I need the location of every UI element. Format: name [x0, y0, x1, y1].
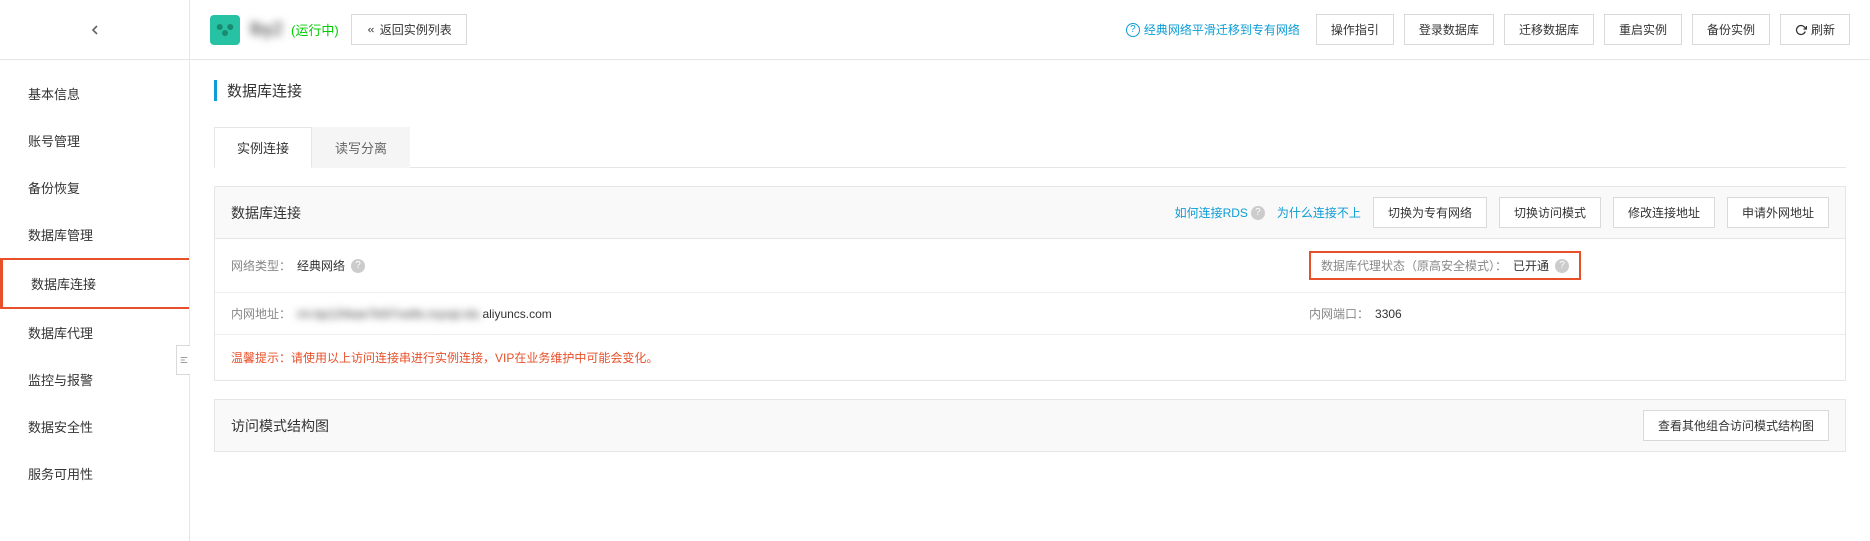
access-mode-actions: 查看其他组合访问模式结构图 [1643, 410, 1829, 441]
instance-name: lby2 [250, 19, 283, 40]
access-mode-panel-header: 访问模式结构图 查看其他组合访问模式结构图 [215, 400, 1845, 451]
migrate-network-label: 经典网络平滑迁移到专有网络 [1144, 21, 1300, 38]
collapse-sidebar-button[interactable] [176, 345, 190, 375]
help-icon: ? [1126, 23, 1140, 37]
why-cant-connect-link[interactable]: 为什么连接不上 [1277, 204, 1361, 221]
tab-border [214, 167, 1846, 168]
network-type-row: 网络类型： 经典网络 ? 数据库代理状态（原高安全模式）： 已开通 ? [215, 239, 1845, 293]
return-list-label: 返回实例列表 [380, 21, 452, 38]
instance-status: (运行中) [291, 20, 339, 39]
page-header: lby2 (运行中) 返回实例列表 ? 经典网络平滑迁移到专有网络 操作指引 登… [190, 0, 1870, 60]
nav-list: 基本信息 账号管理 备份恢复 数据库管理 数据库连接 数据库代理 监控与报警 数… [0, 60, 189, 497]
connection-panel: 数据库连接 如何连接RDS ? 为什么连接不上 切换为专有网络 切换访问模式 修… [214, 186, 1846, 381]
proxy-status-value: 已开通 [1513, 257, 1549, 274]
proxy-status-label: 数据库代理状态（原高安全模式）： [1321, 257, 1507, 274]
intranet-addr-row: 内网地址： rm-bp12hkae7k0t7vw9s.mysql.rds.ali… [215, 293, 1845, 335]
refresh-label: 刷新 [1811, 21, 1835, 38]
apply-public-button[interactable]: 申请外网地址 [1727, 197, 1829, 228]
sidebar-item-db-proxy[interactable]: 数据库代理 [0, 309, 189, 356]
warning-text: 温馨提示：请使用以上访问连接串进行实例连接，VIP在业务维护中可能会变化。 [215, 335, 1845, 380]
switch-vpc-button[interactable]: 切换为专有网络 [1373, 197, 1487, 228]
return-list-button[interactable]: 返回实例列表 [351, 14, 467, 45]
proxy-status-field: 数据库代理状态（原高安全模式）： 已开通 ? [1309, 251, 1829, 280]
connection-panel-header: 数据库连接 如何连接RDS ? 为什么连接不上 切换为专有网络 切换访问模式 修… [215, 187, 1845, 239]
sidebar-item-db-manage[interactable]: 数据库管理 [0, 211, 189, 258]
backup-button[interactable]: 备份实例 [1692, 14, 1770, 45]
intranet-addr-value: rm-bp12hkae7k0t7vw9s.mysql.rds.aliyuncs.… [297, 307, 552, 321]
network-type-label: 网络类型： [231, 257, 291, 274]
migrate-db-button[interactable]: 迁移数据库 [1504, 14, 1594, 45]
tabs: 实例连接 读写分离 [214, 127, 1846, 168]
intranet-port-label: 内网端口： [1309, 305, 1369, 322]
connection-panel-title: 数据库连接 [231, 203, 301, 223]
access-mode-title: 访问模式结构图 [231, 416, 329, 436]
network-type-field: 网络类型： 经典网络 ? [231, 251, 1309, 280]
content-area: 数据库连接 实例连接 读写分离 数据库连接 如何连接RDS ? 为什么连接不上 [190, 60, 1870, 490]
restart-button[interactable]: 重启实例 [1604, 14, 1682, 45]
modify-address-button[interactable]: 修改连接地址 [1613, 197, 1715, 228]
help-icon[interactable]: ? [1555, 259, 1569, 273]
intranet-port-field: 内网端口： 3306 [1309, 305, 1829, 322]
tab-readwrite-split[interactable]: 读写分离 [312, 127, 410, 168]
how-to-connect-link[interactable]: 如何连接RDS ? [1175, 204, 1265, 221]
sidebar-item-backup[interactable]: 备份恢复 [0, 164, 189, 211]
migrate-network-link[interactable]: ? 经典网络平滑迁移到专有网络 [1126, 21, 1300, 38]
tab-instance-connection[interactable]: 实例连接 [214, 127, 312, 168]
sidebar: 基本信息 账号管理 备份恢复 数据库管理 数据库连接 数据库代理 监控与报警 数… [0, 0, 190, 541]
sidebar-item-availability[interactable]: 服务可用性 [0, 450, 189, 497]
intranet-addr-field: 内网地址： rm-bp12hkae7k0t7vw9s.mysql.rds.ali… [231, 305, 1309, 322]
back-arrow[interactable] [0, 0, 189, 60]
view-other-diagrams-button[interactable]: 查看其他组合访问模式结构图 [1643, 410, 1829, 441]
network-type-value: 经典网络 [297, 257, 345, 274]
connection-panel-body: 网络类型： 经典网络 ? 数据库代理状态（原高安全模式）： 已开通 ? [215, 239, 1845, 380]
sidebar-item-basic-info[interactable]: 基本信息 [0, 70, 189, 117]
main-content: lby2 (运行中) 返回实例列表 ? 经典网络平滑迁移到专有网络 操作指引 登… [190, 0, 1870, 541]
help-icon[interactable]: ? [351, 259, 365, 273]
help-icon: ? [1251, 206, 1265, 220]
switch-mode-button[interactable]: 切换访问模式 [1499, 197, 1601, 228]
refresh-button[interactable]: 刷新 [1780, 14, 1850, 45]
header-left: lby2 (运行中) 返回实例列表 [210, 14, 467, 45]
connection-panel-actions: 如何连接RDS ? 为什么连接不上 切换为专有网络 切换访问模式 修改连接地址 … [1175, 197, 1829, 228]
sidebar-item-monitoring[interactable]: 监控与报警 [0, 356, 189, 403]
how-to-connect-label: 如何连接RDS [1175, 204, 1248, 221]
intranet-port-value: 3306 [1375, 307, 1402, 321]
sidebar-item-account[interactable]: 账号管理 [0, 117, 189, 164]
sidebar-item-db-connection[interactable]: 数据库连接 [0, 258, 189, 309]
sidebar-item-security[interactable]: 数据安全性 [0, 403, 189, 450]
intranet-addr-label: 内网地址： [231, 305, 291, 322]
guide-button[interactable]: 操作指引 [1316, 14, 1394, 45]
login-db-button[interactable]: 登录数据库 [1404, 14, 1494, 45]
header-right: ? 经典网络平滑迁移到专有网络 操作指引 登录数据库 迁移数据库 重启实例 备份… [1126, 14, 1850, 45]
instance-icon [210, 15, 240, 45]
access-mode-panel: 访问模式结构图 查看其他组合访问模式结构图 [214, 399, 1846, 452]
page-title: 数据库连接 [214, 80, 1846, 101]
